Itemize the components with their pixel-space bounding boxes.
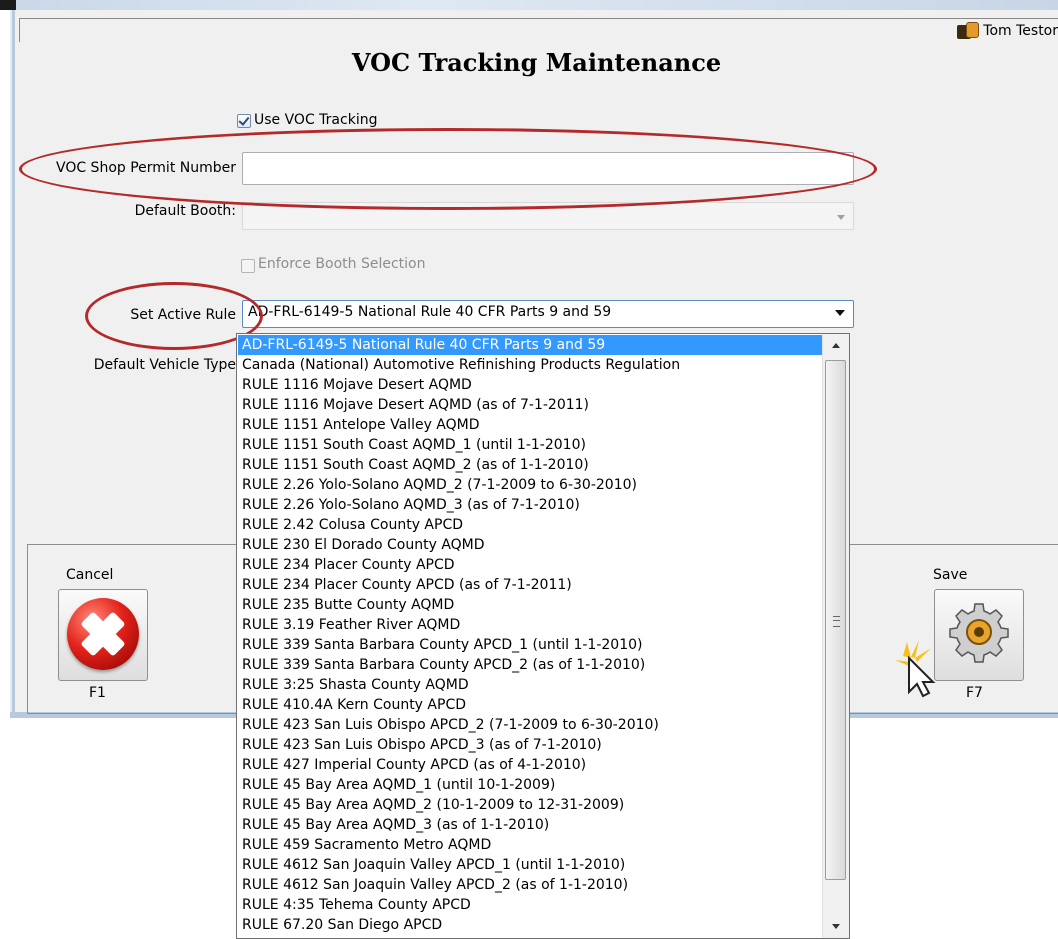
scroll-up-arrow-icon[interactable] <box>832 343 840 348</box>
dropdown-option[interactable]: RULE 2.42 Colusa County APCD <box>238 515 826 535</box>
dropdown-option[interactable]: RULE 2.26 Yolo-Solano AQMD_3 (as of 7-1-… <box>238 495 826 515</box>
page-title: VOC Tracking Maintenance <box>351 48 722 77</box>
scrollbar-thumb[interactable] <box>825 360 846 880</box>
dropdown-option[interactable]: RULE 230 El Dorado County AQMD <box>238 535 826 555</box>
chevron-down-icon <box>835 310 845 316</box>
dropdown-option[interactable]: RULE 3:25 Shasta County AQMD <box>238 675 826 695</box>
dropdown-option[interactable]: RULE 1116 Mojave Desert AQMD (as of 7-1-… <box>238 395 826 415</box>
dropdown-option[interactable]: RULE 339 Santa Barbara County APCD_1 (un… <box>238 635 826 655</box>
dropdown-option[interactable]: RULE 423 San Luis Obispo APCD_3 (as of 7… <box>238 735 826 755</box>
enforce-booth-label: Enforce Booth Selection <box>258 256 426 272</box>
dropdown-option[interactable]: RULE 1151 South Coast AQMD_1 (until 1-1-… <box>238 435 826 455</box>
vehicle-type-label: Default Vehicle Type <box>93 357 236 373</box>
dropdown-option[interactable]: RULE 410.4A Kern County APCD <box>238 695 826 715</box>
active-rule-dropdown-list[interactable]: AD-FRL-6149-5 National Rule 40 CFR Parts… <box>236 333 850 939</box>
title-bar <box>0 0 1058 10</box>
header-bar <box>19 18 1058 42</box>
dropdown-option[interactable]: RULE 4:35 Tehema County APCD <box>238 895 826 915</box>
scroll-down-arrow-icon[interactable] <box>832 924 840 929</box>
dropdown-option[interactable]: RULE 459 Sacramento Metro AQMD <box>238 835 826 855</box>
dropdown-option[interactable]: RULE 234 Placer County APCD <box>238 555 826 575</box>
save-key: F7 <box>966 685 983 701</box>
dropdown-option[interactable]: RULE 235 Butte County AQMD <box>238 595 826 615</box>
dropdown-option[interactable]: RULE 427 Imperial County APCD (as of 4-1… <box>238 755 826 775</box>
window-corner <box>0 0 16 10</box>
chevron-down-icon <box>837 215 845 220</box>
dropdown-option[interactable]: RULE 1151 South Coast AQMD_2 (as of 1-1-… <box>238 455 826 475</box>
cancel-x-icon <box>67 598 139 670</box>
dropdown-option[interactable]: RULE 45 Bay Area AQMD_2 (10-1-2009 to 12… <box>238 795 826 815</box>
mouse-cursor-icon <box>895 640 936 698</box>
dropdown-scrollbar[interactable] <box>822 334 849 938</box>
dropdown-option[interactable]: Canada (National) Automotive Refinishing… <box>238 355 826 375</box>
dropdown-option[interactable]: AD-FRL-6149-5 National Rule 40 CFR Parts… <box>238 335 826 355</box>
default-booth-label: Default Booth: <box>134 203 236 219</box>
enforce-booth-checkbox[interactable] <box>241 259 255 273</box>
grip-icon <box>833 616 840 627</box>
dropdown-option[interactable]: RULE 3.19 Feather River AQMD <box>238 615 826 635</box>
dropdown-option[interactable]: RULE 4612 San Joaquin Valley APCD_1 (unt… <box>238 855 826 875</box>
dropdown-option[interactable]: RULE 45 Bay Area AQMD_3 (as of 1-1-2010) <box>238 815 826 835</box>
user-name: Tom Testor <box>983 23 1058 39</box>
dropdown-option[interactable]: RULE 234 Placer County APCD (as of 7-1-2… <box>238 575 826 595</box>
dropdown-option[interactable]: RULE 4612 San Joaquin Valley APCD_2 (as … <box>238 875 826 895</box>
dropdown-option[interactable]: RULE 2.26 Yolo-Solano AQMD_2 (7-1-2009 t… <box>238 475 826 495</box>
gear-icon <box>949 603 1009 663</box>
cancel-caption: Cancel <box>66 567 114 583</box>
active-rule-select[interactable]: AD-FRL-6149-5 National Rule 40 CFR Parts… <box>242 300 854 328</box>
use-voc-tracking-label: Use VOC Tracking <box>254 112 378 128</box>
save-caption: Save <box>933 567 968 583</box>
dropdown-option[interactable]: RULE 423 San Luis Obispo APCD_2 (7-1-200… <box>238 715 826 735</box>
dropdown-option[interactable]: RULE 339 Santa Barbara County APCD_2 (as… <box>238 655 826 675</box>
dropdown-option[interactable]: RULE 45 Bay Area AQMD_1 (until 10-1-2009… <box>238 775 826 795</box>
user-profile-icon <box>957 22 980 40</box>
dropdown-option[interactable]: RULE 1116 Mojave Desert AQMD <box>238 375 826 395</box>
use-voc-tracking-checkbox[interactable] <box>237 114 251 128</box>
permit-annotation-oval <box>19 128 877 210</box>
user-badge[interactable]: Tom Testor <box>957 20 1058 42</box>
active-rule-value: AD-FRL-6149-5 National Rule 40 CFR Parts… <box>248 304 612 320</box>
cancel-key: F1 <box>89 685 106 701</box>
cancel-button[interactable] <box>58 589 148 681</box>
dropdown-option[interactable]: RULE 67.20 San Diego APCD <box>238 915 826 935</box>
dropdown-option[interactable]: RULE 1151 Antelope Valley AQMD <box>238 415 826 435</box>
